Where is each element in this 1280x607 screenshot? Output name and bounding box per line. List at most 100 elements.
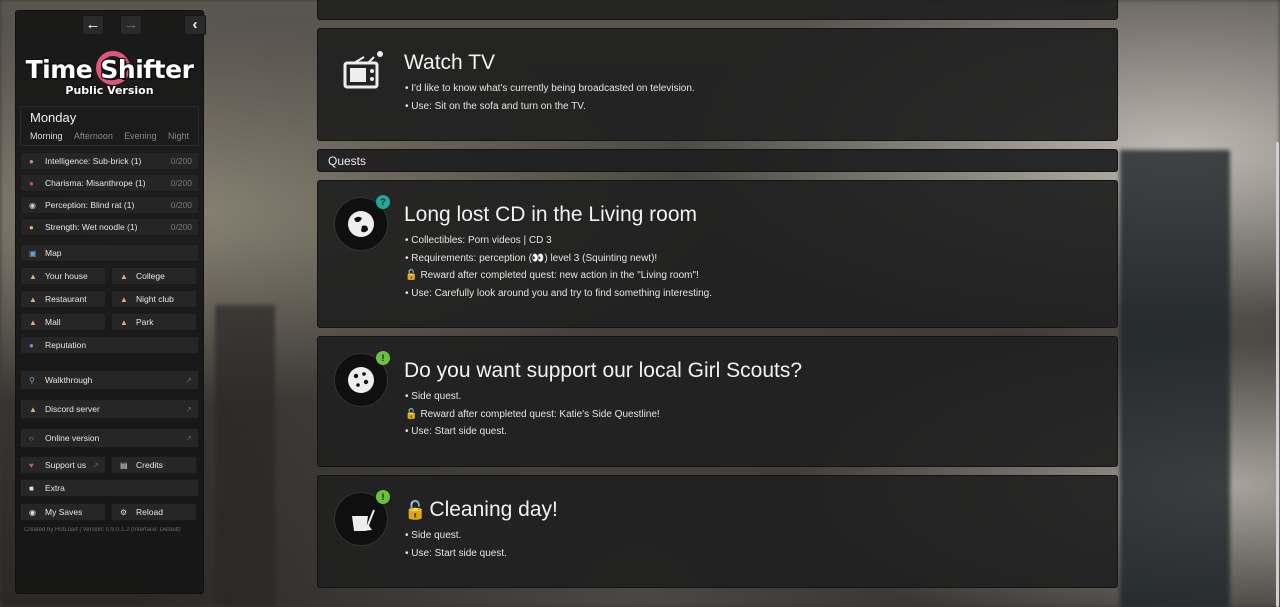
reload-button[interactable]: ⚙ Reload xyxy=(111,503,197,521)
location-college[interactable]: ▲ College xyxy=(111,267,197,285)
card-description: • Side quest. • Use: Start side quest. xyxy=(405,530,507,565)
link-label: Discord server xyxy=(45,404,100,414)
cleaning-bucket-icon: ! xyxy=(334,490,390,546)
previous-card-edge xyxy=(317,0,1118,20)
location-label: Your house xyxy=(45,271,88,281)
reward-text: Reward after completed quest: new action… xyxy=(420,270,699,281)
period-afternoon: Afternoon xyxy=(73,131,113,141)
location-label: College xyxy=(136,271,165,281)
save-icon: ◉ xyxy=(29,507,36,517)
location-row-2: ▲ Restaurant ▲ Night club xyxy=(20,290,199,308)
gear-icon: ⚙ xyxy=(120,507,128,517)
extra-button[interactable]: ■ Extra xyxy=(20,479,199,497)
search-icon: ⚲ xyxy=(29,375,35,385)
description-line: • I'd like to know what's currently bein… xyxy=(405,83,695,94)
quest-badge: ! xyxy=(376,490,390,504)
stat-label: Charisma: Misanthrope (1) xyxy=(45,178,146,188)
map-label: Map xyxy=(45,248,62,258)
map-icon: ▣ xyxy=(29,248,37,258)
travel-icon: ▲ xyxy=(29,294,37,304)
heart-icon: ♥ xyxy=(29,460,34,470)
period-list: Morning Afternoon Evening Night xyxy=(21,127,198,141)
stats-list: ● Intelligence: Sub-brick (1) 0/200 ● Ch… xyxy=(20,152,199,236)
discord-link[interactable]: ▲ Discord server ↗ xyxy=(20,399,199,419)
page-scrollbar[interactable] xyxy=(1276,142,1279,607)
description-line: • Collectibles: Porn videos | CD 3 xyxy=(405,235,552,246)
stat-value: 0/200 xyxy=(170,156,192,166)
quest-card-girl-scouts[interactable]: ! Do you want support our local Girl Sco… xyxy=(317,336,1118,467)
back-arrow-icon[interactable]: ← xyxy=(82,15,104,35)
support-us-link[interactable]: ♥ Support us ↗ xyxy=(20,456,106,474)
lips-icon: ● xyxy=(29,178,34,188)
credits-button[interactable]: ▤ Credits xyxy=(111,456,197,474)
location-label: Restaurant xyxy=(45,294,87,304)
stat-charisma[interactable]: ● Charisma: Misanthrope (1) 0/200 xyxy=(20,174,199,192)
extra-label: Extra xyxy=(45,483,65,493)
day-panel: Monday Morning Afternoon Evening Night xyxy=(20,106,199,146)
description-line: • Side quest. xyxy=(405,530,462,541)
version-footer: Created by HotLoad | Version: 0.9.0.1.2 … xyxy=(24,527,181,533)
stat-strength[interactable]: ● Strength: Wet noodle (1) 0/200 xyxy=(20,218,199,236)
map-button[interactable]: ▣ Map xyxy=(20,244,199,262)
background-shelf xyxy=(1120,150,1230,607)
my-saves-button[interactable]: ◉ My Saves xyxy=(20,503,106,521)
period-evening: Evening xyxy=(124,131,157,141)
location-park[interactable]: ▲ Park xyxy=(111,313,197,331)
link-label: Walkthrough xyxy=(45,375,93,385)
collapse-sidebar-icon[interactable]: ‹ xyxy=(184,15,206,35)
external-link-icon: ↗ xyxy=(185,375,192,385)
person-icon: ● xyxy=(29,340,34,350)
card-title: Cleaning day! xyxy=(429,498,558,521)
location-label: Mall xyxy=(45,317,61,327)
unlock-icon: 🔓 xyxy=(404,500,427,520)
description-line: • Side quest. xyxy=(405,391,462,402)
location-label: Park xyxy=(136,317,154,327)
saves-label: My Saves xyxy=(45,507,83,517)
cookie-icon: ! xyxy=(334,351,390,407)
location-restaurant[interactable]: ▲ Restaurant xyxy=(20,290,106,308)
quest-card-long-lost-cd[interactable]: ? Long lost CD in the Living room • Coll… xyxy=(317,180,1118,328)
globe-icon: ○ xyxy=(29,433,34,443)
quest-card-cleaning-day[interactable]: ! 🔓 Cleaning day! • Side quest. • Use: St… xyxy=(317,475,1118,588)
sidebar: ← → ‹ Time Shifter Public Version Monday… xyxy=(15,10,206,594)
description-line: • Use: Start side quest. xyxy=(405,426,507,437)
day-name: Monday xyxy=(30,110,77,125)
logo-subtitle: Public Version xyxy=(65,84,154,97)
cube-icon: ■ xyxy=(29,483,34,493)
muscle-icon: ● xyxy=(29,222,34,232)
reward-text: Reward after completed quest: Katie's Si… xyxy=(420,408,660,420)
reputation-label: Reputation xyxy=(45,340,87,350)
location-night-club[interactable]: ▲ Night club xyxy=(111,290,197,308)
reload-label: Reload xyxy=(136,507,163,517)
external-link-icon: ↗ xyxy=(185,404,192,414)
card-title-row: 🔓 Cleaning day! xyxy=(404,498,558,522)
stat-perception[interactable]: ◉ Perception: Blind rat (1) 0/200 xyxy=(20,196,199,214)
forward-arrow-icon[interactable]: → xyxy=(120,15,142,35)
external-link-icon: ↗ xyxy=(185,433,192,443)
location-mall[interactable]: ▲ Mall xyxy=(20,313,106,331)
background-lamp xyxy=(215,305,275,607)
unlock-icon: 🔓 xyxy=(405,270,418,281)
description-line: • Use: Carefully look around you and try… xyxy=(405,287,712,299)
question-globe-icon: ? xyxy=(334,195,390,251)
location-your-house[interactable]: ▲ Your house xyxy=(20,267,106,285)
logo-title: Time Shifter xyxy=(25,55,194,84)
unlock-icon: 🔓 xyxy=(405,408,418,420)
travel-icon: ▲ xyxy=(120,294,128,304)
support-label: Support us xyxy=(45,460,87,470)
reputation-button[interactable]: ● Reputation xyxy=(20,336,199,354)
quests-header: Quests xyxy=(317,149,1118,172)
bell-icon: ▲ xyxy=(29,404,37,414)
quest-badge: ? xyxy=(376,195,390,209)
stat-label: Strength: Wet noodle (1) xyxy=(45,222,138,232)
travel-icon: ▲ xyxy=(29,317,37,327)
action-card-watch-tv[interactable]: Watch TV • I'd like to know what's curre… xyxy=(317,28,1118,141)
reward-line: 🔓 Reward after completed quest: Katie's S… xyxy=(405,409,660,427)
location-label: Night club xyxy=(136,294,174,304)
online-version-link[interactable]: ○ Online version ↗ xyxy=(20,428,199,448)
stat-intelligence[interactable]: ● Intelligence: Sub-brick (1) 0/200 xyxy=(20,152,199,170)
walkthrough-link[interactable]: ⚲ Walkthrough ↗ xyxy=(20,370,199,390)
card-description: • Collectibles: Porn videos | CD 3 • Req… xyxy=(405,235,712,305)
game-logo: Time Shifter Public Version xyxy=(20,39,199,105)
saves-row: ◉ My Saves ⚙ Reload xyxy=(20,503,199,521)
